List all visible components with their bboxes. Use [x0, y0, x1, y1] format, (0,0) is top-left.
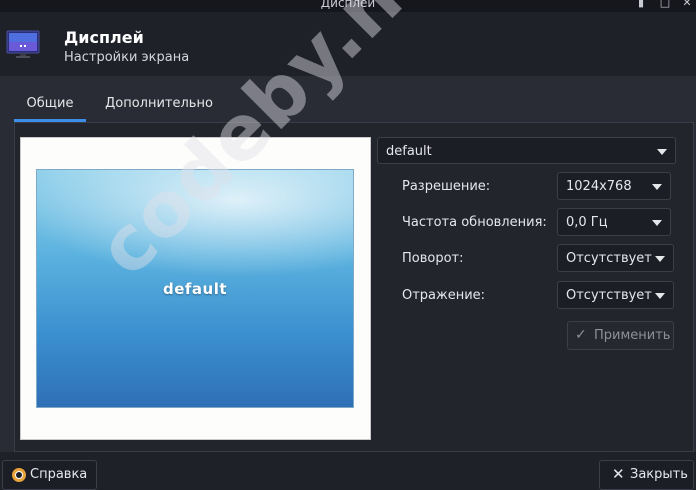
- tab-general[interactable]: Общие: [14, 86, 86, 122]
- resolution-label: Разрешение:: [402, 179, 491, 194]
- resolution-value: 1024x768: [566, 179, 632, 194]
- refresh-rate-select[interactable]: 0,0 Гц: [557, 208, 671, 236]
- chevron-down-icon: [652, 220, 662, 226]
- page-title: Дисплей: [64, 28, 144, 47]
- reflection-label: Отражение:: [402, 288, 486, 303]
- chevron-down-icon: [652, 184, 662, 190]
- close-button[interactable]: ✕ Закрыть: [599, 460, 694, 490]
- minimize-icon[interactable]: ▮: [634, 0, 648, 10]
- lifebuoy-icon: [12, 468, 26, 482]
- reflection-select[interactable]: Отсутствует: [557, 281, 674, 309]
- close-icon: ✕: [612, 465, 625, 483]
- dialog-header: Дисплей Настройки экрана: [0, 12, 696, 76]
- display-preview[interactable]: default: [36, 169, 354, 408]
- refresh-rate-value: 0,0 Гц: [566, 215, 608, 230]
- help-button-label: Справка: [30, 467, 88, 482]
- monitor-icon: [6, 30, 40, 58]
- close-window-icon[interactable]: ✕: [680, 0, 694, 10]
- chevron-down-icon: [655, 256, 665, 262]
- display-select[interactable]: default: [377, 137, 676, 164]
- window-titlebar: Дисплей ▮ □ ✕: [0, 0, 696, 12]
- page-subtitle: Настройки экрана: [64, 50, 190, 65]
- display-select-value: default: [386, 144, 432, 159]
- rotation-label: Поворот:: [402, 251, 464, 266]
- resolution-select[interactable]: 1024x768: [557, 172, 671, 200]
- help-button[interactable]: Справка: [2, 460, 97, 490]
- window-title: Дисплей: [320, 0, 376, 10]
- reflection-value: Отсутствует: [566, 288, 652, 303]
- close-button-label: Закрыть: [630, 467, 688, 482]
- rotation-select[interactable]: Отсутствует: [557, 244, 674, 272]
- rotation-value: Отсутствует: [566, 251, 652, 266]
- refresh-rate-label: Частота обновления:: [402, 215, 547, 230]
- tab-advanced[interactable]: Дополнительно: [94, 86, 224, 122]
- tab-bar: Общие Дополнительно: [14, 86, 694, 122]
- chevron-down-icon: [657, 149, 667, 155]
- checkmark-icon: ✓: [575, 327, 587, 343]
- maximize-icon[interactable]: □: [658, 0, 672, 10]
- display-preview-label: default: [162, 280, 228, 298]
- apply-button[interactable]: ✓ Применить: [567, 321, 674, 350]
- apply-button-label: Применить: [594, 328, 671, 343]
- chevron-down-icon: [655, 293, 665, 299]
